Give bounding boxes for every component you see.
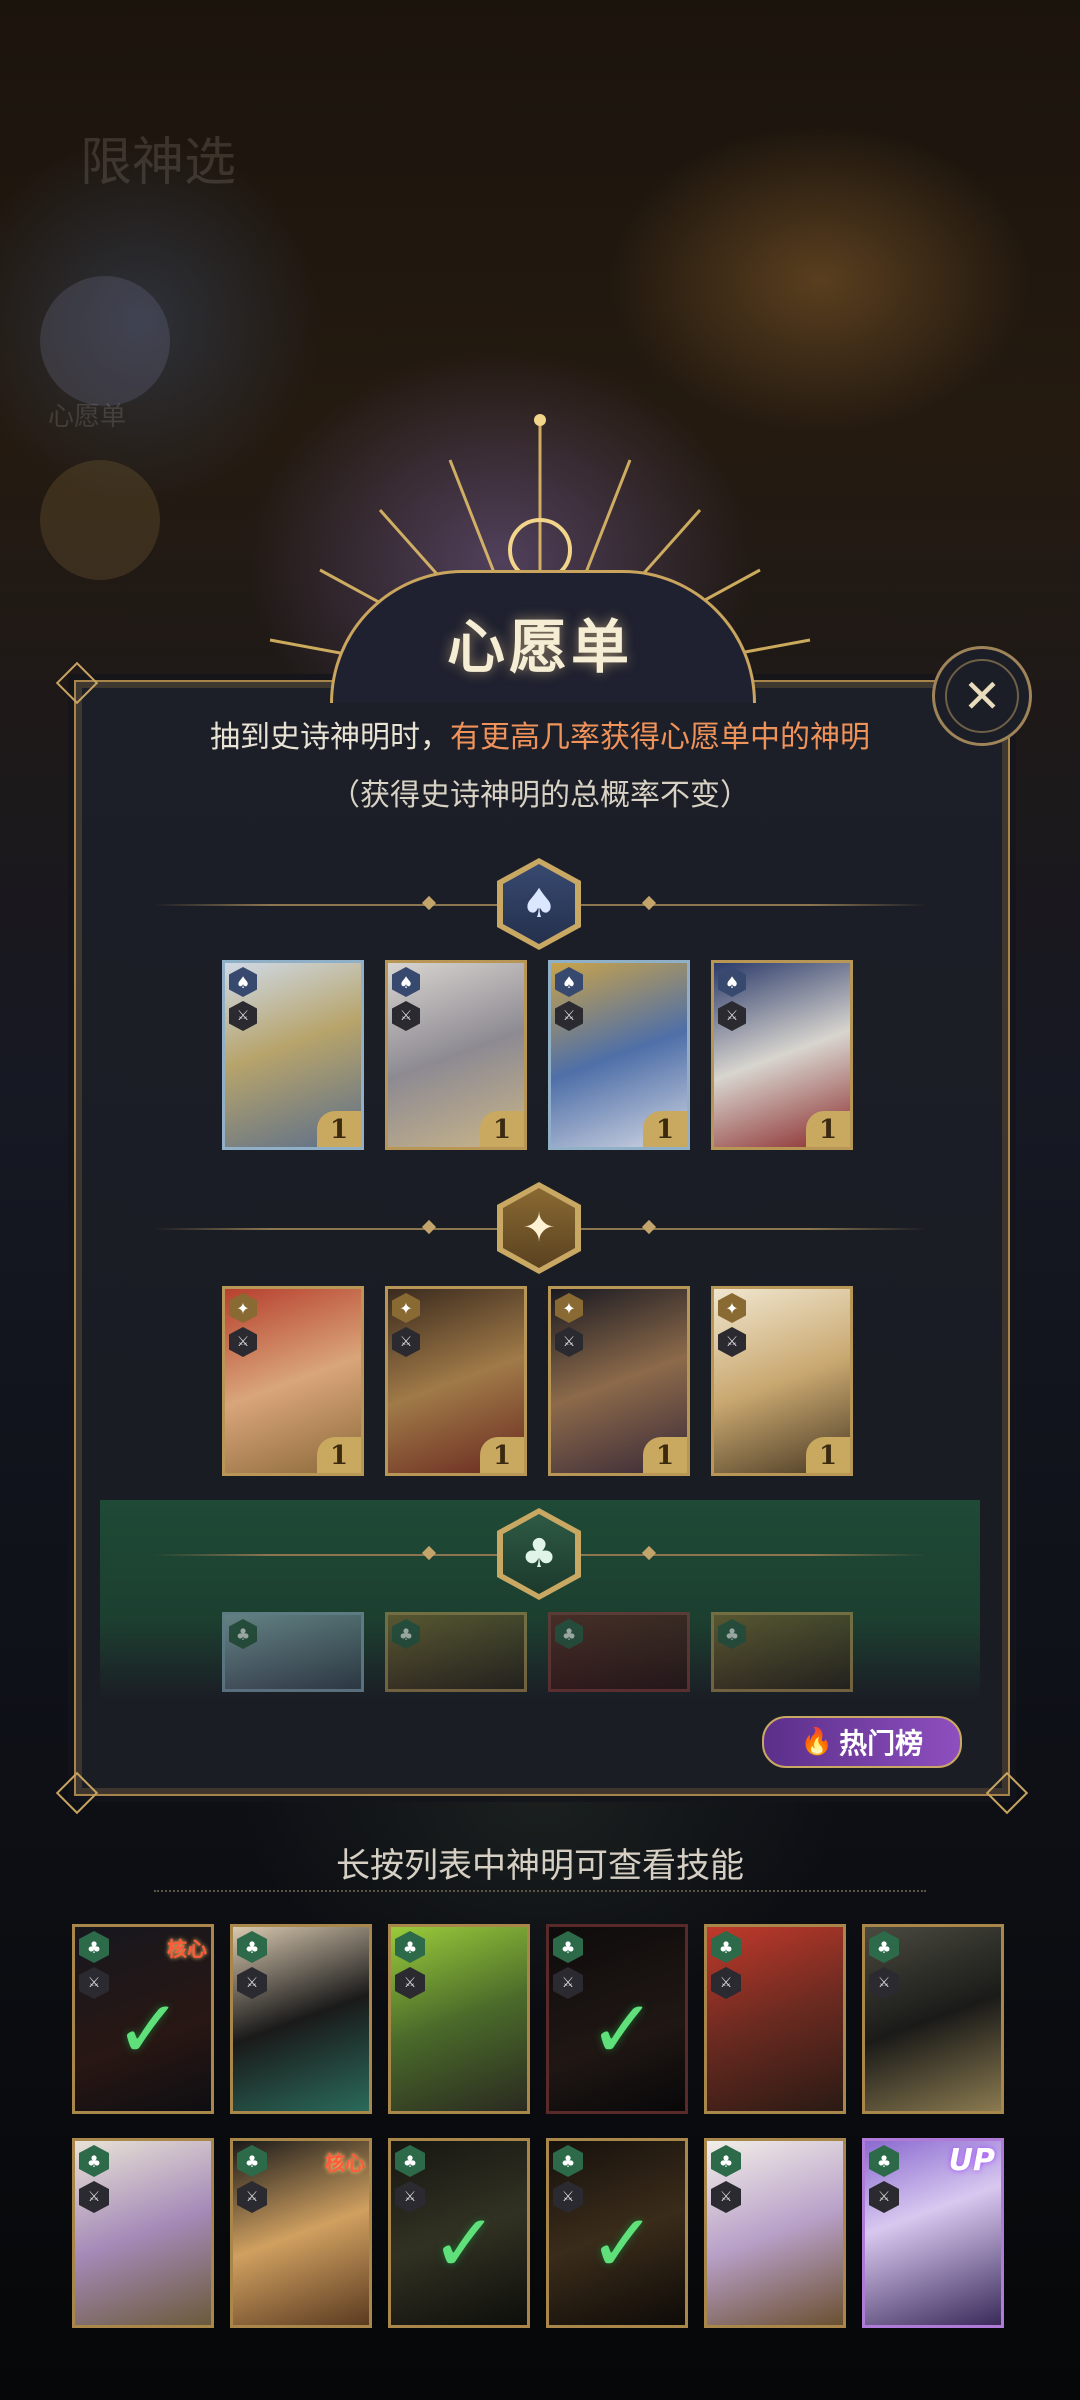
hint-divider	[154, 1890, 926, 1892]
wish-card[interactable]: ♣	[711, 1612, 853, 1692]
roster-card[interactable]: ♣ ⚔	[704, 1924, 846, 2114]
roster-card[interactable]: ♣ ⚔ ✓	[388, 2138, 530, 2328]
dialog-title: 心愿单	[446, 613, 633, 681]
wish-card[interactable]: ♣	[222, 1612, 364, 1692]
card-rank: 1	[317, 1437, 361, 1473]
wish-card[interactable]: ♣	[548, 1612, 690, 1692]
roster-card[interactable]: ♣ ⚔ 核心 ✓	[72, 1924, 214, 2114]
description-note: （获得史诗神明的总概率不变）	[330, 778, 750, 813]
roster-card[interactable]: ♣ ⚔	[862, 1924, 1004, 2114]
card-rank: 1	[480, 1437, 524, 1473]
card-rank: 1	[480, 1111, 524, 1147]
card-rank: 1	[317, 1111, 361, 1147]
roster-card[interactable]: ♣ ⚔	[230, 1924, 372, 2114]
wish-card[interactable]: ♠ ⚔ 1	[548, 960, 690, 1150]
bg-label-1: 限神选	[80, 133, 237, 193]
bg-wishlist-icon	[40, 276, 170, 406]
card-rank: 1	[643, 1437, 687, 1473]
roster-card[interactable]: ♣ ⚔ ✓	[546, 1924, 688, 2114]
wish-card[interactable]: ♠ ⚔ 1	[222, 960, 364, 1150]
roster-card[interactable]: ♣ ⚔	[72, 2138, 214, 2328]
roster-card[interactable]: ♣ ⚔ UP	[862, 2138, 1004, 2328]
long-press-hint: 长按列表中神明可查看技能	[336, 1846, 744, 1886]
hot-ranking-button[interactable]: 🔥 热门榜	[762, 1716, 962, 1768]
roster-card[interactable]: ♣ ⚔ 核心	[230, 2138, 372, 2328]
wish-card[interactable]: ✦ ⚔ 1	[548, 1286, 690, 1476]
bg-round-icon	[40, 460, 160, 580]
hot-button-label: 热门榜	[839, 1727, 924, 1760]
checkmark-icon: ✓	[431, 2197, 499, 2290]
flame-icon: 🔥	[800, 1727, 834, 1757]
up-tag: UP	[948, 2143, 995, 2178]
roster-card[interactable]: ♣ ⚔ ✓	[546, 2138, 688, 2328]
core-tag: 核心	[325, 2151, 365, 2175]
description-highlight: 有更高几率获得心愿单中的神明	[450, 720, 870, 755]
checkmark-icon: ✓	[589, 1983, 657, 2076]
wish-card[interactable]: ♠ ⚔ 1	[711, 960, 853, 1150]
card-rank: 1	[643, 1111, 687, 1147]
bg-label-2: 心愿单	[48, 402, 127, 432]
wish-card[interactable]: ✦ ⚔ 1	[385, 1286, 527, 1476]
card-rank: 1	[806, 1437, 850, 1473]
wish-card[interactable]: ✦ ⚔ 1	[222, 1286, 364, 1476]
description-line: 抽到史诗神明时，有更高几率获得心愿单中的神明	[74, 712, 1006, 756]
card-rank: 1	[806, 1111, 850, 1147]
wish-card[interactable]: ✦ ⚔ 1	[711, 1286, 853, 1476]
core-tag: 核心	[167, 1937, 207, 1961]
roster-card[interactable]: ♣ ⚔	[388, 1924, 530, 2114]
checkmark-icon: ✓	[589, 2197, 657, 2290]
wish-card[interactable]: ♠ ⚔ 1	[385, 960, 527, 1150]
checkmark-icon: ✓	[115, 1983, 183, 2076]
description-prefix: 抽到史诗神明时，	[210, 720, 450, 755]
wish-card[interactable]: ♣	[385, 1612, 527, 1692]
roster-card[interactable]: ♣ ⚔	[704, 2138, 846, 2328]
